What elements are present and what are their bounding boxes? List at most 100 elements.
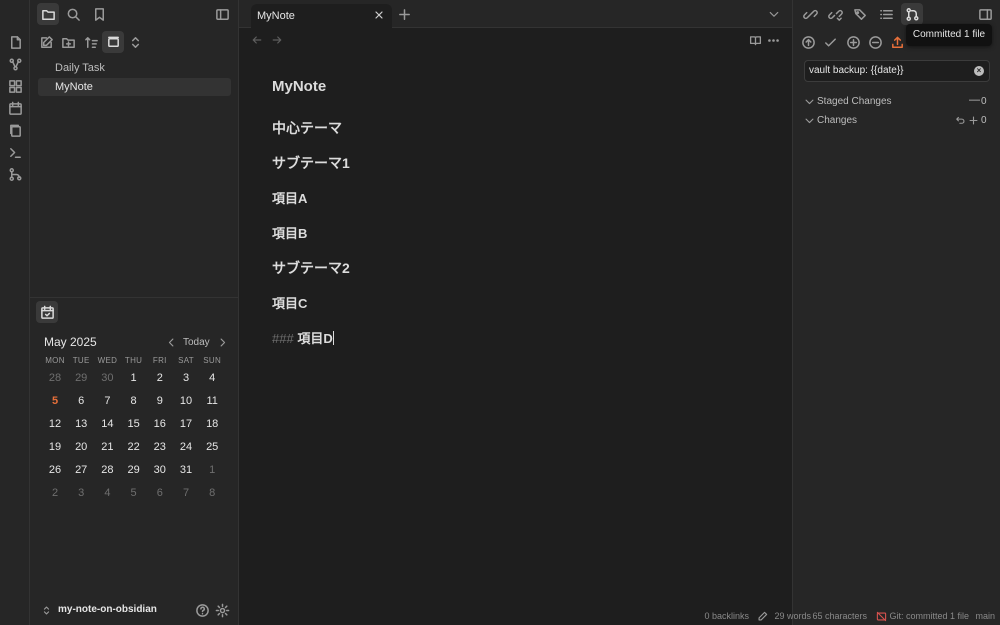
calendar-today-button[interactable]: Today <box>183 337 210 348</box>
back-arrow-icon[interactable] <box>250 33 264 47</box>
calendar-day[interactable]: 16 <box>147 418 173 430</box>
chevron-down-icon[interactable] <box>803 95 815 107</box>
calendar-day[interactable]: 17 <box>173 418 199 430</box>
staged-changes-label[interactable]: Staged Changes <box>817 96 892 107</box>
commit-message-input[interactable]: vault backup: {{date}} <box>804 60 990 82</box>
chevron-right-icon[interactable] <box>216 336 228 348</box>
calendar-day[interactable]: 11 <box>199 395 225 407</box>
calendar-day[interactable]: 9 <box>147 395 173 407</box>
calendar-day[interactable]: 28 <box>42 372 68 384</box>
calendar-day[interactable]: 18 <box>199 418 225 430</box>
graph-view-icon[interactable] <box>6 55 24 73</box>
git-status[interactable]: Git: committed 1 file <box>889 611 969 621</box>
calendar-day[interactable]: 10 <box>173 395 199 407</box>
push-icon[interactable] <box>800 34 816 50</box>
vault-name[interactable]: my-note-on-obsidian <box>58 604 157 615</box>
calendar-day[interactable]: 4 <box>199 372 225 384</box>
calendar-day[interactable]: 27 <box>68 464 94 476</box>
clear-input-icon[interactable]: × <box>974 66 984 76</box>
collapse-expand-icon[interactable] <box>124 31 146 53</box>
heading-line[interactable]: サブテーマ1 <box>272 153 350 173</box>
calendar-day[interactable]: 19 <box>42 441 68 453</box>
staged-unstage-icon[interactable]: — <box>969 94 980 106</box>
calendar-day[interactable]: 25 <box>199 441 225 453</box>
file-explorer-icon[interactable] <box>37 3 59 25</box>
vault-switcher-icon[interactable] <box>40 604 52 616</box>
calendar-day[interactable]: 30 <box>94 372 120 384</box>
calendar-day[interactable]: 22 <box>121 441 147 453</box>
unstage-all-icon[interactable] <box>867 34 883 50</box>
calendar-day[interactable]: 5 <box>121 487 147 499</box>
heading-line[interactable]: 中心テーマ <box>272 118 342 138</box>
calendar-day[interactable]: 26 <box>42 464 68 476</box>
heading-line[interactable]: 項目B <box>272 223 307 242</box>
terminal-icon[interactable] <box>6 143 24 161</box>
close-icon[interactable] <box>372 8 386 22</box>
git-icon[interactable] <box>6 165 24 183</box>
chevron-left-icon[interactable] <box>165 336 177 348</box>
calendar-day[interactable]: 28 <box>94 464 120 476</box>
calendar-day[interactable]: 8 <box>121 395 147 407</box>
new-note-button-icon[interactable] <box>35 31 57 53</box>
calendar-day[interactable]: 2 <box>42 487 68 499</box>
calendar-day[interactable]: 5 <box>42 395 68 407</box>
calendar-day[interactable]: 29 <box>121 464 147 476</box>
new-note-icon[interactable] <box>6 33 24 51</box>
calendar-day[interactable]: 1 <box>121 372 147 384</box>
reading-view-icon[interactable] <box>748 33 762 47</box>
right-sidebar-toggle-icon[interactable] <box>974 3 996 25</box>
file-item-daily-task[interactable]: Daily Task <box>38 59 231 77</box>
calendar-day[interactable]: 23 <box>147 441 173 453</box>
source-control-icon[interactable] <box>901 3 923 25</box>
stage-all-icon[interactable] <box>845 34 861 50</box>
calendar-day[interactable]: 30 <box>147 464 173 476</box>
calendar-view-icon[interactable] <box>36 301 58 323</box>
settings-gear-icon[interactable] <box>214 602 230 618</box>
more-options-icon[interactable] <box>766 33 780 47</box>
canvas-icon[interactable] <box>6 77 24 95</box>
stage-icon[interactable] <box>967 114 979 126</box>
changes-label[interactable]: Changes <box>817 115 857 126</box>
editing-line[interactable]: ### 項目D <box>272 328 334 347</box>
calendar-day[interactable]: 21 <box>94 441 120 453</box>
calendar-icon[interactable] <box>6 99 24 117</box>
tags-icon[interactable] <box>849 3 871 25</box>
calendar-day[interactable]: 4 <box>94 487 120 499</box>
new-folder-icon[interactable] <box>57 31 79 53</box>
calendar-day[interactable]: 12 <box>42 418 68 430</box>
bookmark-icon[interactable] <box>88 3 110 25</box>
calendar-day[interactable]: 8 <box>199 487 225 499</box>
sidebar-toggle-icon[interactable] <box>211 3 233 25</box>
discard-icon[interactable] <box>954 114 966 126</box>
calendar-day[interactable]: 3 <box>173 372 199 384</box>
calendar-day[interactable]: 24 <box>173 441 199 453</box>
new-tab-icon[interactable] <box>396 6 412 22</box>
calendar-day[interactable]: 2 <box>147 372 173 384</box>
chevron-down-icon[interactable] <box>803 114 815 126</box>
calendar-day[interactable]: 3 <box>68 487 94 499</box>
calendar-day[interactable]: 7 <box>173 487 199 499</box>
templates-icon[interactable] <box>6 121 24 139</box>
heading-line[interactable]: 項目C <box>272 293 307 312</box>
upload-icon[interactable] <box>889 34 905 50</box>
calendar-day[interactable]: 14 <box>94 418 120 430</box>
sort-icon[interactable] <box>80 31 102 53</box>
calendar-day[interactable]: 6 <box>68 395 94 407</box>
help-icon[interactable] <box>194 602 210 618</box>
search-icon[interactable] <box>62 3 84 25</box>
edit-pencil-icon[interactable] <box>756 610 768 622</box>
calendar-day[interactable]: 20 <box>68 441 94 453</box>
file-item-mynote[interactable]: MyNote <box>38 78 231 96</box>
calendar-day[interactable]: 31 <box>173 464 199 476</box>
sync-off-icon[interactable] <box>875 610 887 622</box>
calendar-day[interactable]: 7 <box>94 395 120 407</box>
heading-line[interactable]: 項目A <box>272 188 307 207</box>
commit-check-icon[interactable] <box>822 34 838 50</box>
outline-icon[interactable] <box>875 3 897 25</box>
editor[interactable]: MyNote 中心テーマ サブテーマ1 項目A 項目B サブテーマ2 項目C #… <box>239 28 792 625</box>
backlinks-icon[interactable] <box>799 3 821 25</box>
tab-mynote[interactable]: MyNote <box>251 4 392 28</box>
chevron-down-icon[interactable] <box>766 6 782 22</box>
git-branch[interactable]: main <box>975 611 995 621</box>
forward-arrow-icon[interactable] <box>270 33 284 47</box>
